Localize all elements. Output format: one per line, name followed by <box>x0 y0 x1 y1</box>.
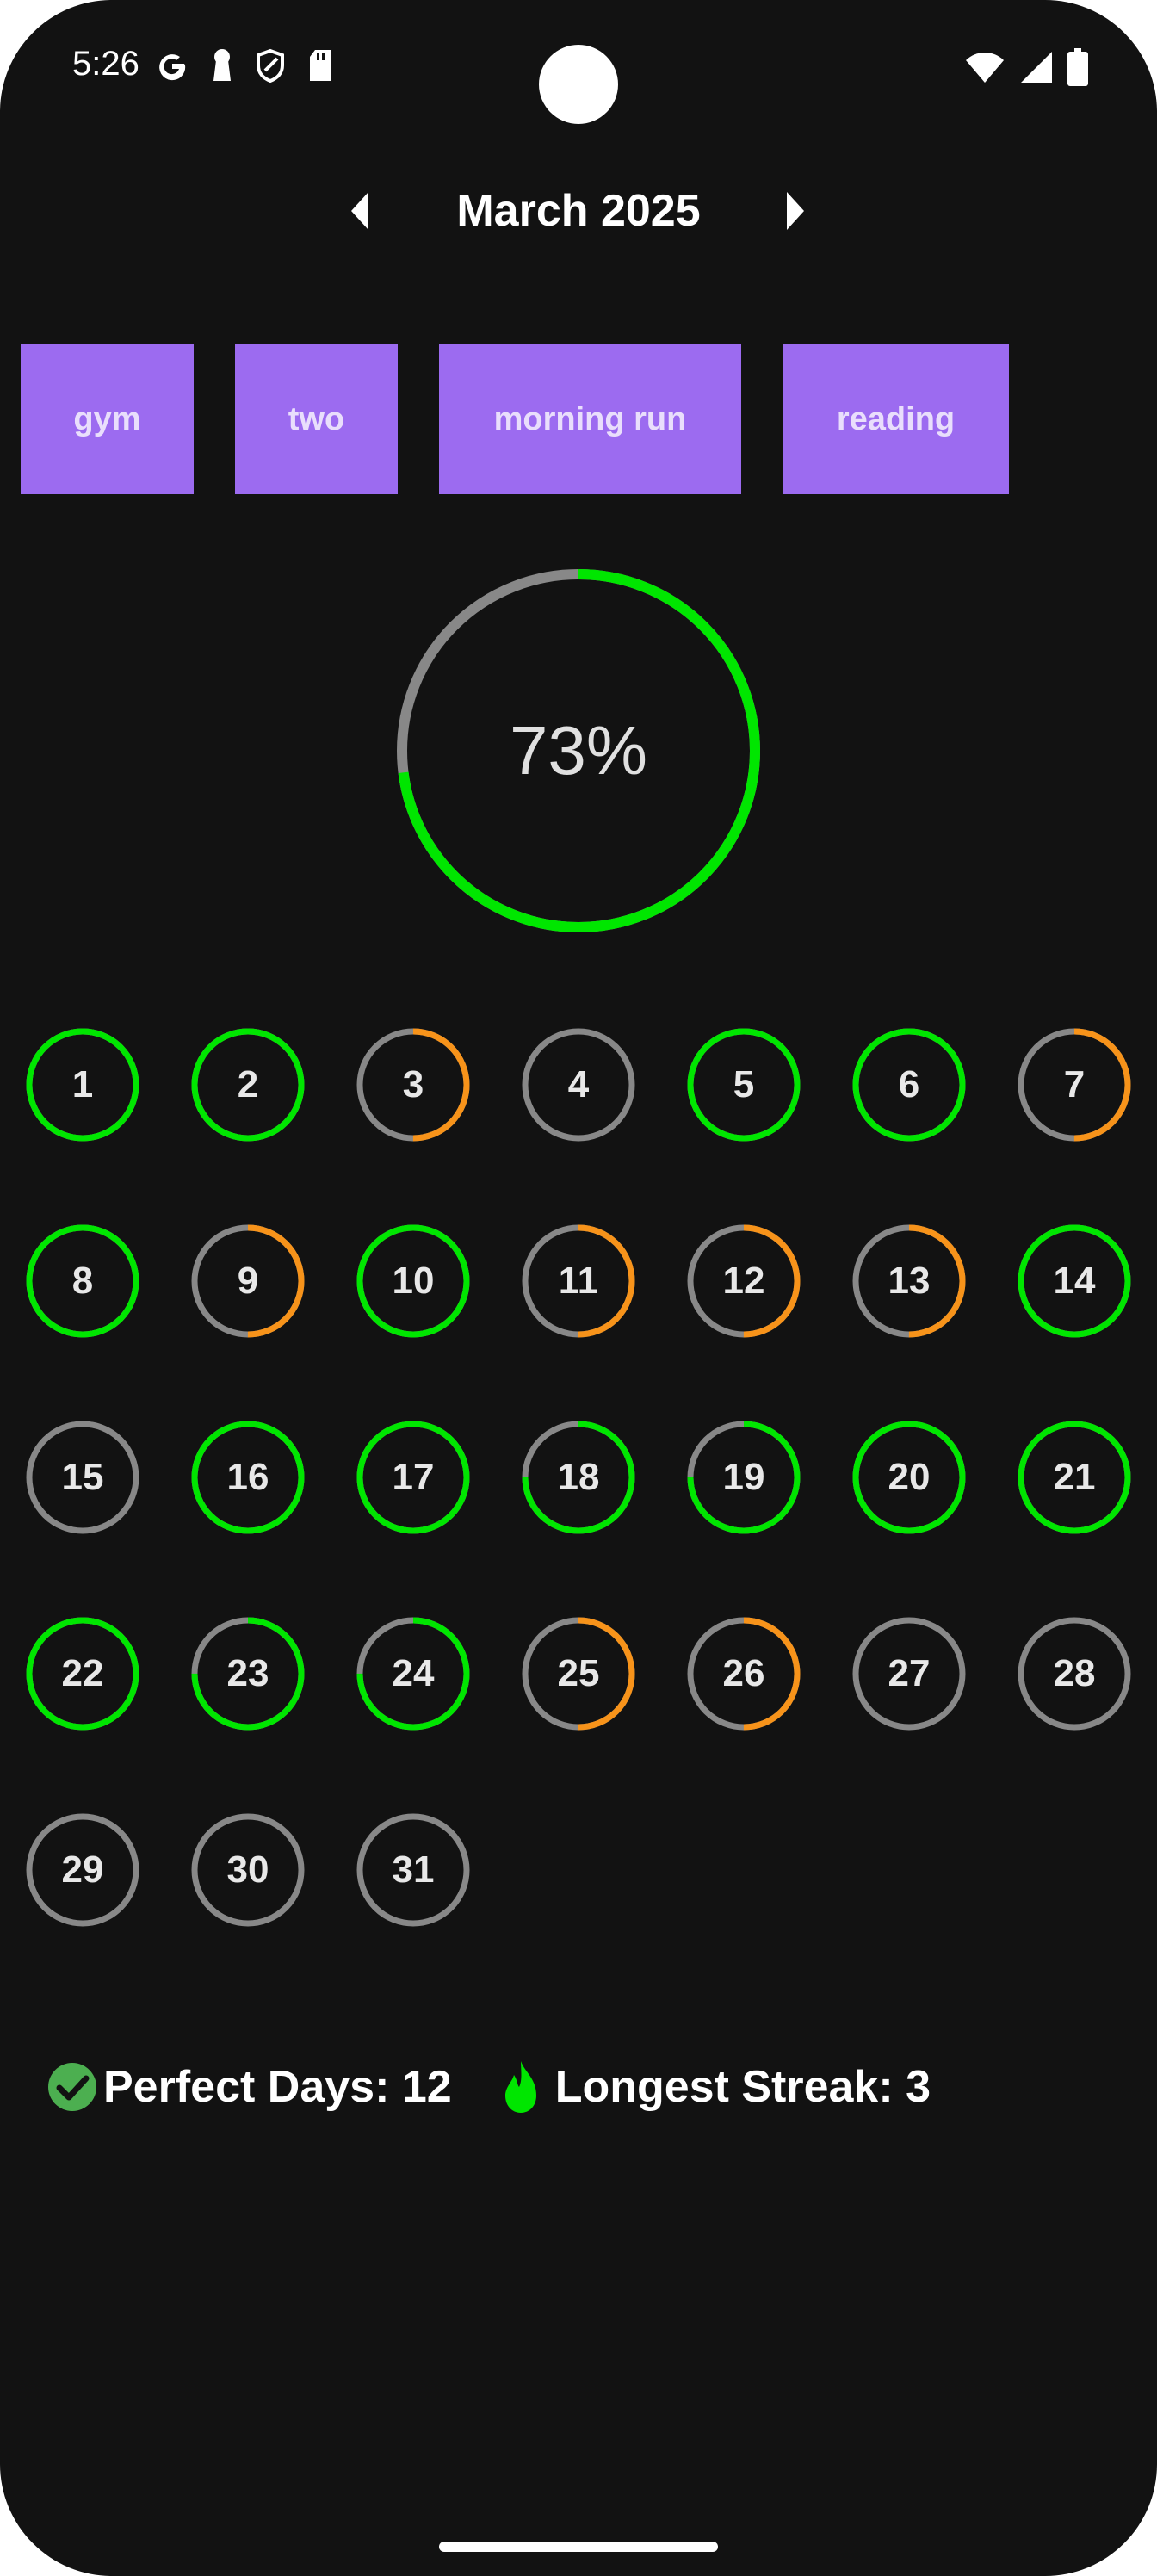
status-icons-left <box>155 48 334 83</box>
day-number: 20 <box>888 1456 931 1498</box>
month-header: March 2025 <box>0 176 1157 245</box>
previous-month-button[interactable] <box>336 187 384 235</box>
day-number: 12 <box>722 1260 765 1302</box>
keyhole-icon <box>213 49 231 81</box>
app-screen: 5:26 March 2025 gym two morning run read… <box>0 0 1157 2576</box>
day-number: 2 <box>237 1063 259 1105</box>
day-number: 16 <box>226 1456 269 1498</box>
day-number: 18 <box>557 1456 600 1498</box>
day-number: 14 <box>1053 1260 1096 1302</box>
wifi-icon <box>966 53 1004 83</box>
calendar-day[interactable]: 11 <box>520 1223 637 1340</box>
calendar-day[interactable]: 25 <box>520 1615 637 1732</box>
chevron-right-icon <box>787 192 804 230</box>
day-number: 29 <box>61 1848 104 1891</box>
calendar-day[interactable]: 5 <box>685 1026 802 1143</box>
next-month-button[interactable] <box>771 187 820 235</box>
longest-streak-stat: Longest Streak: 3 <box>502 2059 931 2115</box>
calendar-day[interactable]: 26 <box>685 1615 802 1732</box>
day-number: 24 <box>392 1652 435 1694</box>
shield-icon <box>257 48 284 83</box>
habit-chip-gym[interactable]: gym <box>21 344 194 494</box>
calendar-day[interactable]: 28 <box>1016 1615 1133 1732</box>
calendar-day[interactable]: 6 <box>851 1026 968 1143</box>
day-number: 1 <box>71 1063 94 1105</box>
day-number: 7 <box>1063 1063 1086 1105</box>
flame-icon <box>504 2061 536 2113</box>
calendar-day[interactable]: 31 <box>355 1811 472 1929</box>
check-circle-icon <box>48 2063 96 2111</box>
calendar-day[interactable]: 18 <box>520 1419 637 1536</box>
habit-chip-morning-run[interactable]: morning run <box>439 344 741 494</box>
day-number: 23 <box>226 1652 269 1694</box>
calendar-day[interactable]: 23 <box>189 1615 306 1732</box>
day-number: 19 <box>722 1456 765 1498</box>
status-icons-right <box>964 48 1088 86</box>
calendar-day[interactable]: 29 <box>24 1811 141 1929</box>
day-number: 30 <box>226 1848 269 1891</box>
day-number: 3 <box>402 1063 424 1105</box>
day-number: 21 <box>1053 1456 1096 1498</box>
calendar-day[interactable]: 27 <box>851 1615 968 1732</box>
calendar-day[interactable]: 7 <box>1016 1026 1133 1143</box>
calendar-day[interactable]: 20 <box>851 1419 968 1536</box>
calendar-day[interactable]: 17 <box>355 1419 472 1536</box>
perfect-days-stat: Perfect Days: 12 <box>46 2061 452 2113</box>
battery-icon <box>1067 48 1088 86</box>
calendar-day[interactable]: 24 <box>355 1615 472 1732</box>
day-number: 15 <box>61 1456 104 1498</box>
perfect-days-text: Perfect Days: 12 <box>103 2062 452 2112</box>
signal-icon <box>1021 52 1052 83</box>
calendar-day[interactable]: 8 <box>24 1223 141 1340</box>
calendar-day[interactable]: 12 <box>685 1223 802 1340</box>
longest-streak-text: Longest Streak: 3 <box>554 2062 931 2112</box>
calendar-day[interactable]: 14 <box>1016 1223 1133 1340</box>
calendar-day[interactable]: 1 <box>24 1026 141 1143</box>
day-number: 13 <box>888 1260 931 1302</box>
calendar-day[interactable]: 9 <box>189 1223 306 1340</box>
habit-chip-reading[interactable]: reading <box>783 344 1009 494</box>
day-number: 9 <box>237 1260 259 1302</box>
camera-cutout <box>539 45 618 124</box>
calendar-day[interactable]: 13 <box>851 1223 968 1340</box>
calendar-day[interactable]: 2 <box>189 1026 306 1143</box>
day-number: 28 <box>1053 1652 1096 1694</box>
overall-progress-label: 73% <box>509 712 648 789</box>
calendar-day[interactable]: 19 <box>685 1419 802 1536</box>
day-number: 6 <box>898 1063 920 1105</box>
day-number: 26 <box>722 1652 765 1694</box>
sd-card-icon <box>310 50 331 81</box>
stats-row: Perfect Days: 12 Longest Streak: 3 <box>46 2053 931 2121</box>
calendar-day[interactable]: 16 <box>189 1419 306 1536</box>
day-number: 5 <box>733 1063 755 1105</box>
day-number: 27 <box>888 1652 931 1694</box>
day-number: 17 <box>392 1456 435 1498</box>
calendar-day[interactable]: 21 <box>1016 1419 1133 1536</box>
day-number: 4 <box>567 1063 590 1105</box>
calendar-day[interactable]: 3 <box>355 1026 472 1143</box>
calendar-day[interactable]: 10 <box>355 1223 472 1340</box>
home-indicator[interactable] <box>439 2542 718 2552</box>
calendar-day[interactable]: 4 <box>520 1026 637 1143</box>
day-number: 10 <box>392 1260 435 1302</box>
google-icon <box>159 54 186 81</box>
status-bar: 5:26 <box>0 0 1157 138</box>
day-number: 11 <box>558 1260 599 1302</box>
status-time: 5:26 <box>72 45 139 83</box>
day-number: 22 <box>61 1652 104 1694</box>
calendar-day[interactable]: 22 <box>24 1615 141 1732</box>
calendar-day[interactable]: 30 <box>189 1811 306 1929</box>
month-title: March 2025 <box>456 186 701 236</box>
day-number: 25 <box>557 1652 600 1694</box>
habit-chip-two[interactable]: two <box>235 344 398 494</box>
day-number: 31 <box>392 1848 435 1891</box>
day-number: 8 <box>71 1260 94 1302</box>
calendar-day[interactable]: 15 <box>24 1419 141 1536</box>
chevron-left-icon <box>351 192 368 230</box>
